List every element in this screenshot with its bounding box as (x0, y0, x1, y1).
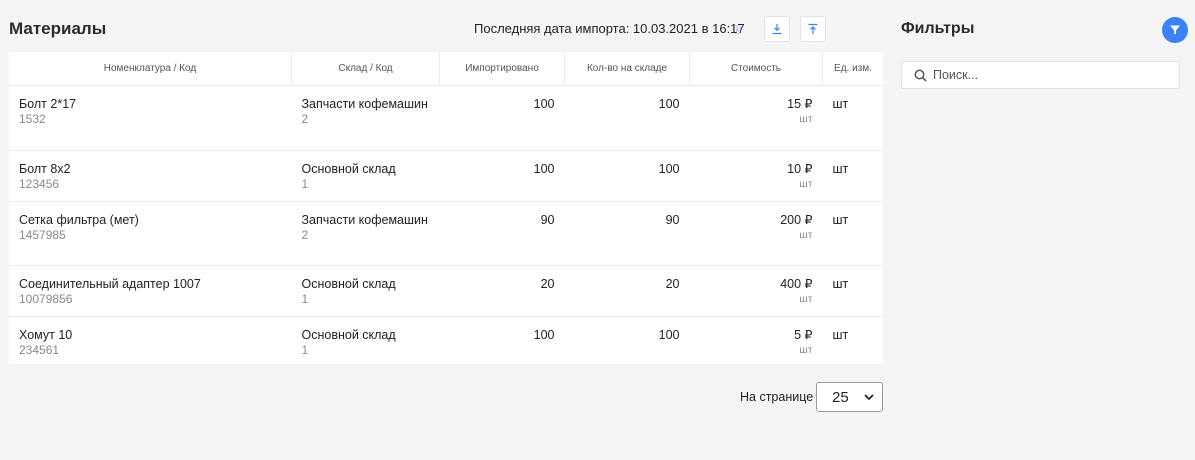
cost-unit: шт (799, 178, 813, 190)
column-header-imported[interactable]: Импортировано (439, 52, 565, 86)
cost-value: 15 ₽ (787, 97, 813, 111)
item-name: Сетка фильтра (мет) (19, 213, 139, 227)
column-header-unit[interactable]: Ед. изм. (822, 52, 883, 86)
upload-icon (808, 23, 818, 34)
item-name: Болт 2*17 (19, 97, 77, 111)
column-header-cost[interactable]: Стоимость (689, 52, 823, 86)
search-icon (914, 69, 927, 82)
download-icon (772, 24, 782, 35)
filter-search-box[interactable] (901, 61, 1180, 89)
cost-value: 400 ₽ (780, 277, 813, 291)
cost-value: 200 ₽ (780, 213, 813, 227)
search-input[interactable] (931, 67, 1165, 83)
table-row[interactable]: Болт 2*17 1532 Запчасти кофемашин 2 100 10… (9, 85, 883, 151)
item-code: 10079856 (19, 292, 73, 306)
imported-value: 100 (439, 85, 565, 151)
per-page-value: 25 (832, 388, 849, 406)
per-page-select[interactable]: 25 (816, 382, 883, 412)
warehouse-code: 2 (301, 112, 309, 126)
quantity-value: 100 (564, 85, 690, 151)
filter-button[interactable] (1162, 17, 1188, 43)
item-name: Соединительный адаптер 1007 (19, 277, 201, 291)
item-code: 1532 (19, 112, 46, 126)
import-date-info: Последняя дата импорта: 10.03.2021 в 16:… (474, 21, 745, 36)
filters-title: Фильтры (901, 20, 975, 37)
unit-value: шт (822, 150, 883, 202)
unit-value: шт (822, 265, 883, 317)
imported-value: 90 (439, 201, 565, 266)
warehouse-name: Основной склад (301, 162, 396, 176)
unit-value: шт (822, 201, 883, 266)
chevron-down-icon (864, 394, 874, 401)
table-row[interactable]: Соединительный адаптер 1007 10079856 Осно… (9, 265, 883, 317)
imported-value: 100 (439, 150, 565, 202)
cost-unit: шт (799, 229, 813, 241)
item-code: 234561 (19, 343, 60, 357)
cost-unit: шт (799, 293, 813, 305)
upload-button[interactable] (800, 16, 826, 42)
imported-value: 100 (533, 328, 555, 342)
table-header-row: Номенклатура / Код Склад / Код Импортиро… (9, 52, 883, 86)
column-header-warehouse[interactable]: Склад / Код (291, 52, 440, 86)
warehouse-name: Основной склад (301, 277, 396, 291)
quantity-value: 100 (658, 328, 680, 342)
filter-icon (1170, 25, 1180, 35)
cost-value: 10 ₽ (787, 162, 813, 176)
unit-value: шт (832, 328, 849, 342)
warehouse-code: 1 (301, 343, 309, 357)
item-name: Болт 8х2 (19, 162, 71, 176)
cost-unit: шт (799, 113, 813, 125)
column-header-nomenclature[interactable]: Номенклатура / Код (9, 52, 292, 86)
info-icon[interactable]: ⓘ (730, 22, 744, 36)
download-button[interactable] (764, 16, 790, 42)
table-row[interactable]: Сетка фильтра (мет) 1457985 Запчасти кофе… (9, 201, 883, 266)
item-code: 1457985 (19, 228, 66, 242)
column-header-quantity[interactable]: Кол-во на складе (564, 52, 690, 86)
unit-value: шт (822, 85, 883, 151)
table-row[interactable]: Болт 8х2 123456 Основной склад 1 100 100 1… (9, 150, 883, 202)
warehouse-name: Основной склад (301, 328, 396, 342)
quantity-value: 90 (564, 201, 690, 266)
cost-value: 5 ₽ (794, 328, 813, 342)
warehouse-code: 1 (301, 177, 309, 191)
quantity-value: 100 (564, 150, 690, 202)
materials-table: Номенклатура / Код Склад / Код Импортиро… (9, 52, 883, 364)
warehouse-name: Запчасти кофемашин (301, 213, 428, 227)
warehouse-name: Запчасти кофемашин (301, 97, 428, 111)
cost-unit: шт (799, 344, 813, 356)
warehouse-code: 1 (301, 292, 309, 306)
table-row[interactable]: Хомут 10 234561 Основной склад 1 100 100 5… (9, 317, 883, 365)
per-page-label: На странице (740, 390, 814, 404)
imported-value: 20 (439, 265, 565, 317)
item-name: Хомут 10 (19, 328, 73, 342)
warehouse-code: 2 (301, 228, 309, 242)
page-title: Материалы (9, 19, 107, 38)
quantity-value: 20 (564, 265, 690, 317)
item-code: 123456 (19, 177, 60, 191)
